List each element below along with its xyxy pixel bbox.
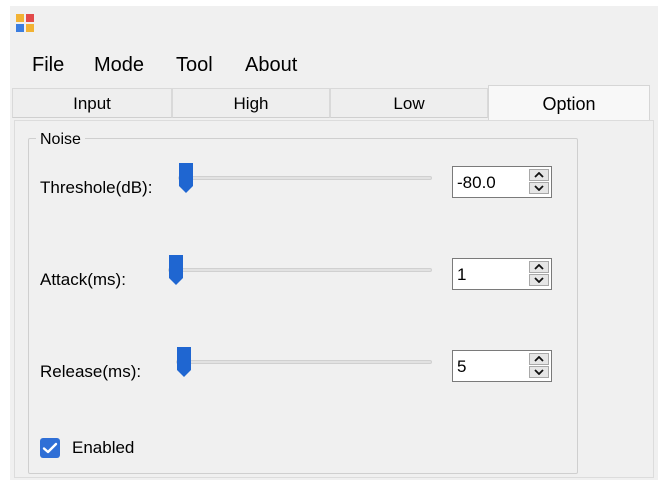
menu-tool[interactable]: Tool <box>176 53 213 77</box>
threshold-spin-buttons <box>529 169 549 195</box>
attack-spinbox[interactable]: 1 <box>452 258 552 290</box>
attack-slider-thumb[interactable] <box>168 254 184 286</box>
attack-spin-up[interactable] <box>529 261 549 273</box>
attack-label: Attack(ms): <box>40 270 126 289</box>
threshold-value[interactable]: -80.0 <box>457 173 496 193</box>
enabled-label: Enabled <box>72 438 135 457</box>
release-spin-buttons <box>529 353 549 379</box>
threshold-spin-up[interactable] <box>529 169 549 181</box>
release-slider-track[interactable] <box>176 360 432 364</box>
threshold-spin-down[interactable] <box>529 182 549 194</box>
chevron-down-icon <box>534 369 544 375</box>
chevron-up-icon <box>534 264 544 270</box>
tab-low[interactable]: Low <box>330 88 488 118</box>
title-bar <box>10 6 658 40</box>
release-slider-thumb[interactable] <box>176 346 192 378</box>
threshold-label: Threshole(dB): <box>40 178 153 197</box>
attack-spin-buttons <box>529 261 549 287</box>
app-icon <box>16 14 34 32</box>
menu-bar: File Mode Tool About <box>10 40 658 88</box>
tab-high[interactable]: High <box>172 88 330 118</box>
menu-mode[interactable]: Mode <box>94 53 144 77</box>
noise-group-title: Noise <box>36 130 85 150</box>
threshold-slider-track[interactable] <box>178 176 432 180</box>
tab-strip: Input High Low Option <box>10 85 658 122</box>
chevron-down-icon <box>534 185 544 191</box>
release-label: Release(ms): <box>40 362 142 381</box>
tab-option[interactable]: Option <box>488 85 650 121</box>
attack-value[interactable]: 1 <box>457 265 466 285</box>
main-window: File Mode Tool About Input High Low Opti… <box>10 6 658 480</box>
chevron-up-icon <box>534 172 544 178</box>
checkmark-icon <box>42 442 58 454</box>
chevron-up-icon <box>534 356 544 362</box>
menu-about[interactable]: About <box>245 53 297 77</box>
attack-slider-track[interactable] <box>168 268 432 272</box>
release-value[interactable]: 5 <box>457 357 466 377</box>
threshold-slider-thumb[interactable] <box>178 162 194 194</box>
release-spin-down[interactable] <box>529 366 549 378</box>
threshold-spinbox[interactable]: -80.0 <box>452 166 552 198</box>
menu-file[interactable]: File <box>32 53 64 77</box>
attack-spin-down[interactable] <box>529 274 549 286</box>
release-spin-up[interactable] <box>529 353 549 365</box>
chevron-down-icon <box>534 277 544 283</box>
enabled-checkbox[interactable] <box>40 438 60 458</box>
release-spinbox[interactable]: 5 <box>452 350 552 382</box>
tab-input[interactable]: Input <box>12 88 172 118</box>
